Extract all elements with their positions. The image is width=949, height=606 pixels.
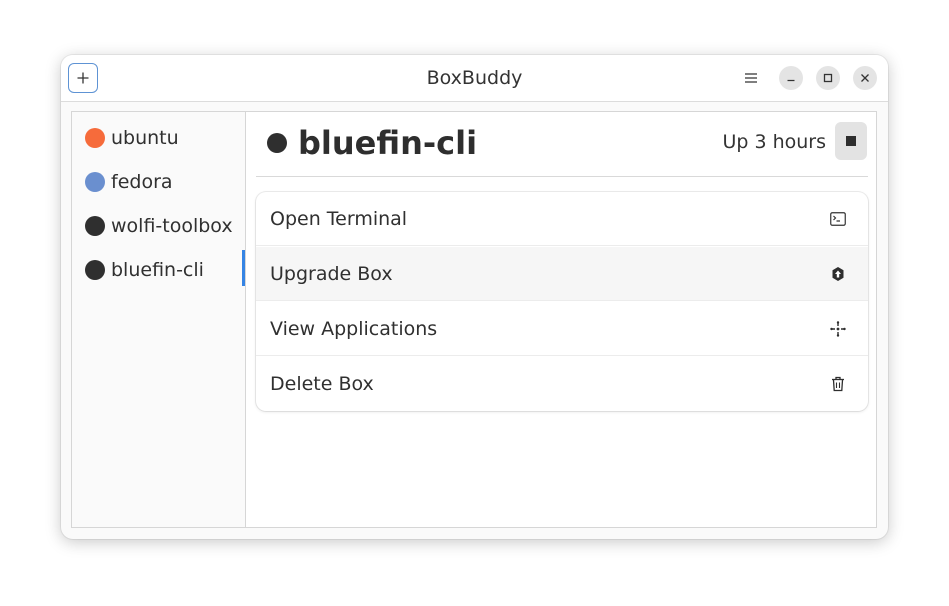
header-bar: BoxBuddy [61, 55, 888, 102]
sidebar-item-wolfi-toolbox[interactable]: wolfi-toolbox [72, 206, 245, 246]
close-button[interactable] [853, 66, 877, 90]
add-box-button[interactable] [68, 63, 98, 93]
hamburger-menu-icon [745, 73, 757, 83]
distro-dot-icon [85, 172, 105, 192]
delete-box-row[interactable]: Delete Box [256, 357, 868, 411]
content-area: ubuntu fedora wolfi-toolbox bluefin-cli … [71, 111, 877, 528]
action-label: View Applications [270, 317, 438, 340]
box-status-dot-icon [267, 133, 287, 153]
maximize-button[interactable] [816, 66, 840, 90]
app-window: BoxBuddy ubuntu fedora wolfi-toolbox blu… [61, 55, 888, 539]
sidebar-item-ubuntu[interactable]: ubuntu [72, 118, 245, 158]
main-menu-button[interactable] [739, 66, 763, 90]
minimize-button[interactable] [779, 66, 803, 90]
stop-box-button[interactable] [835, 122, 867, 160]
sidebar-item-label: fedora [111, 171, 173, 193]
terminal-icon [830, 211, 846, 227]
close-icon [861, 74, 869, 82]
plus-icon [77, 72, 89, 84]
action-list: Open Terminal Upgrade Box View Applicati… [256, 192, 868, 411]
box-status-text: Up 3 hours [722, 131, 826, 153]
distro-dot-icon [85, 128, 105, 148]
applications-icon [830, 320, 846, 337]
view-applications-row[interactable]: View Applications [256, 302, 868, 356]
action-label: Upgrade Box [270, 262, 393, 285]
distro-dot-icon [85, 216, 105, 236]
window-title: BoxBuddy [426, 67, 523, 89]
sidebar-item-label: bluefin-cli [111, 259, 204, 281]
sidebar-item-label: ubuntu [111, 127, 179, 149]
minimize-icon [787, 79, 795, 82]
action-label: Open Terminal [270, 207, 408, 230]
selected-indicator [242, 250, 245, 286]
sidebar-item-fedora[interactable]: fedora [72, 162, 245, 202]
maximize-icon [823, 73, 833, 83]
action-label: Delete Box [270, 373, 374, 395]
header-separator [256, 176, 868, 177]
box-title: bluefin-cli [298, 124, 478, 162]
upgrade-box-row[interactable]: Upgrade Box [256, 247, 868, 301]
distro-dot-icon [85, 260, 105, 280]
stop-icon [846, 136, 856, 146]
sidebar-item-label: wolfi-toolbox [111, 215, 233, 237]
upgrade-icon [830, 266, 846, 282]
box-detail-pane: bluefin-cli Up 3 hours Open Terminal Upg… [246, 112, 876, 527]
box-sidebar: ubuntu fedora wolfi-toolbox bluefin-cli [72, 112, 246, 527]
open-terminal-row[interactable]: Open Terminal [256, 192, 868, 246]
sidebar-item-bluefin-cli[interactable]: bluefin-cli [72, 250, 245, 290]
trash-icon [830, 376, 846, 392]
